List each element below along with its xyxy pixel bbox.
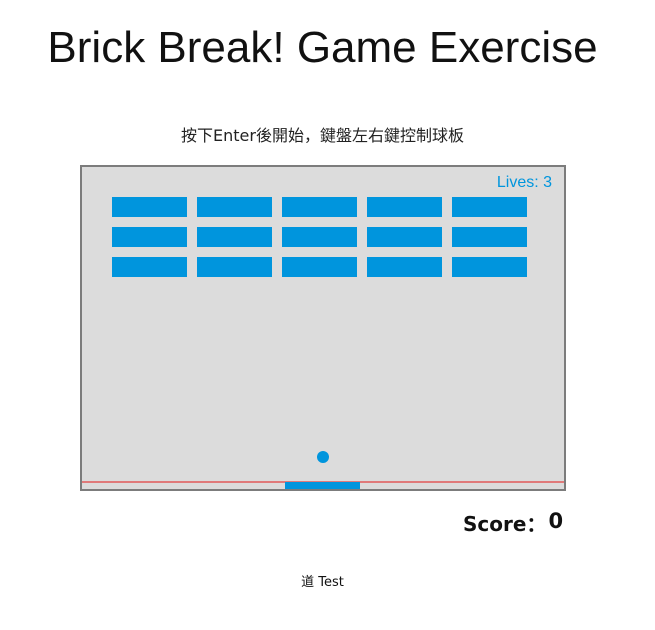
brick — [367, 197, 442, 217]
score-label: Score： — [463, 512, 547, 536]
lives-counter: Lives: 3 — [497, 174, 552, 191]
brick — [452, 197, 527, 217]
game-board: Lives: 3 — [82, 174, 564, 489]
brick — [282, 197, 357, 217]
brick — [282, 227, 357, 247]
brick — [112, 197, 187, 217]
brick — [367, 227, 442, 247]
paddle[interactable] — [285, 482, 360, 489]
brick — [197, 257, 272, 277]
ball — [317, 451, 329, 463]
score-display: Score：0 — [463, 508, 563, 537]
brick — [197, 197, 272, 217]
brick — [112, 257, 187, 277]
brick — [452, 227, 527, 247]
brick — [112, 227, 187, 247]
brick-grid — [112, 197, 527, 277]
brick — [452, 257, 527, 277]
page-title: Brick Break! Game Exercise — [47, 23, 598, 72]
brick — [282, 257, 357, 277]
brick — [367, 257, 442, 277]
brick — [197, 227, 272, 247]
footer-text: 道 Test — [301, 575, 344, 590]
game-canvas[interactable]: Lives: 3 — [80, 165, 566, 491]
game-instructions: 按下Enter後開始，鍵盤左右鍵控制球板 — [181, 126, 464, 145]
score-value: 0 — [548, 509, 564, 533]
